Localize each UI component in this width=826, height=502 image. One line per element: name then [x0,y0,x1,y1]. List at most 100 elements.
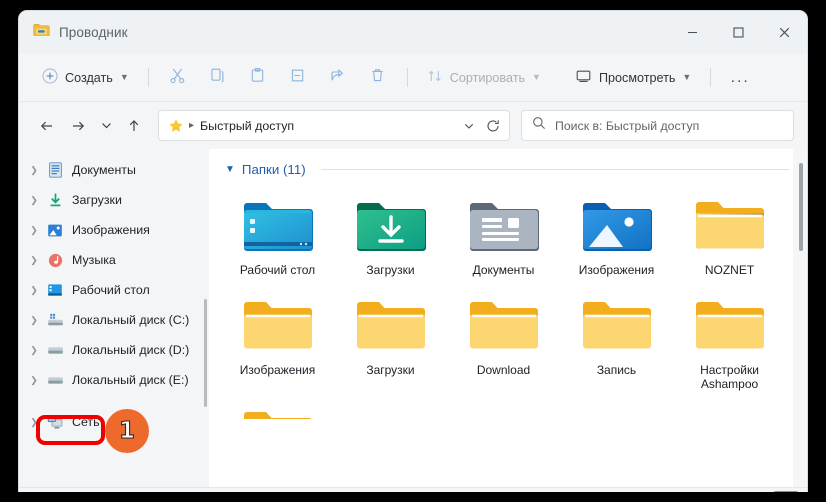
item-tile[interactable]: Настройки Ashampoo [673,287,786,401]
folder-icon [354,292,428,354]
sidebar-item-label: Изображения [72,223,150,237]
sidebar-item-label: Локальный диск (D:) [72,343,190,357]
search-input[interactable]: Поиск в: Быстрый доступ [555,119,699,133]
sidebar-item-label: Локальный диск (E:) [72,373,189,387]
sidebar-item-documents[interactable]: ❯ Документы [21,155,203,185]
rename-button[interactable] [279,62,317,94]
chevron-right-icon[interactable]: ❯ [25,345,43,356]
address-bar-row: ▸ Быстрый доступ Поиск в: Быстрый доступ [19,102,807,149]
sidebar-item-local-disk-c[interactable]: ❯ Локальный диск (C:) [21,305,203,335]
rename-icon [289,67,306,89]
address-bar[interactable]: ▸ Быстрый доступ [158,110,510,141]
large-icons-view-button[interactable] [773,491,799,492]
folder-icon [241,292,315,354]
paste-button[interactable] [239,62,277,94]
share-button[interactable] [319,62,357,94]
content-scrollbar-thumb[interactable] [799,163,803,251]
details-view-button[interactable] [744,491,770,492]
item-label: Изображения [239,362,316,377]
sidebar-item-music[interactable]: ❯ Музыка [21,245,203,275]
paste-icon [249,67,266,89]
sidebar-item-local-disk-e[interactable]: ❯ Локальный диск (E:) [21,365,203,395]
chevron-right-icon[interactable]: ❯ [25,285,43,296]
item-tile[interactable]: Рабочий стол [221,187,334,287]
chevron-right-icon[interactable]: ❯ [25,195,43,206]
sort-button[interactable]: Сортировать ▼ [418,62,550,94]
refresh-button[interactable] [481,112,505,139]
search-icon [532,116,546,135]
chevron-right-icon[interactable]: ❯ [25,315,43,326]
item-label: Загрузки [366,362,415,377]
chevron-right-icon[interactable]: ❯ [25,375,43,386]
cut-button[interactable] [159,62,197,94]
chevron-right-icon[interactable]: ❯ [25,255,43,266]
group-header-folders[interactable]: ▼ Папки (11) [209,149,807,177]
screen: Проводник Создать ▼ Сортировать ▼ Просмо… [0,0,826,502]
item-tile[interactable]: Изображения [560,187,673,287]
documents-folder-icon [467,192,541,254]
pictures-icon [45,221,65,239]
chevron-down-icon: ▼ [682,72,692,82]
group-divider [320,169,789,170]
downloads-folder-icon [354,192,428,254]
chevron-down-icon: ▼ [119,72,129,82]
chevron-right-icon[interactable]: ❯ [25,417,43,428]
item-tile[interactable]: Изображения [221,287,334,401]
title-bar-left: Проводник [19,23,128,43]
item-label: Настройки Ashampoo [700,362,759,392]
item-tile[interactable]: Запись [560,287,673,401]
up-button[interactable] [119,111,149,141]
chevron-right-icon[interactable]: ❯ [25,165,43,176]
trash-icon [369,67,386,89]
item-tile[interactable]: Документы [447,187,560,287]
item-label: Рабочий стол [239,263,316,277]
back-button[interactable] [32,111,62,141]
sidebar-item-pictures[interactable]: ❯ Изображения [21,215,203,245]
sidebar-item-desktop[interactable]: ❯ Рабочий стол [21,275,203,305]
sidebar-item-downloads[interactable]: ❯ Загрузки [21,185,203,215]
item-tile[interactable]: Загрузки [334,187,447,287]
sidebar-item-label: Загрузки [72,193,122,207]
status-bar: Элементов: 31 [19,487,807,492]
music-icon [45,251,65,269]
item-label: Download [476,362,531,377]
item-tile[interactable] [221,401,334,419]
copy-button[interactable] [199,62,237,94]
title-bar: Проводник [19,11,807,54]
sidebar-item-label: Музыка [72,253,116,267]
view-button-label: Просмотреть [598,70,676,85]
step-badge-1: 1 [105,409,149,453]
chevron-down-icon: ▼ [532,72,541,82]
more-options-button[interactable]: ... [721,62,759,94]
recent-locations-button[interactable] [94,111,118,141]
window-controls [669,11,807,54]
sidebar-item-local-disk-d[interactable]: ❯ Локальный диск (D:) [21,335,203,365]
maximize-button[interactable] [715,11,761,54]
sidebar-item-label: Локальный диск (C:) [72,313,190,327]
toolbar-divider-3 [710,68,712,87]
item-tile[interactable]: Загрузки [334,287,447,401]
copy-icon [209,67,226,89]
view-button[interactable]: Просмотреть ▼ [566,62,700,94]
folder-icon [693,292,767,354]
chevron-right-icon[interactable]: ❯ [25,225,43,236]
drive-icon [45,371,65,389]
search-box[interactable]: Поиск в: Быстрый доступ [521,110,794,141]
minimize-button[interactable] [669,11,715,54]
chevron-down-icon[interactable]: ▼ [225,164,235,175]
item-tile[interactable]: NOZNET [673,187,786,287]
drive-icon [45,341,65,359]
downloads-icon [45,191,65,209]
folder-icon [33,23,50,43]
window-title: Проводник [59,25,128,40]
item-tile[interactable]: Download [447,287,560,401]
folder-icon [693,192,767,254]
new-button-label: Создать [65,70,113,85]
new-button[interactable]: Создать ▼ [33,62,138,94]
sidebar-scrollbar[interactable] [204,299,207,407]
folder-icon [580,292,654,354]
close-button[interactable] [761,11,807,54]
delete-button[interactable] [359,62,397,94]
forward-button[interactable] [63,111,93,141]
address-dropdown-button[interactable] [457,112,481,139]
